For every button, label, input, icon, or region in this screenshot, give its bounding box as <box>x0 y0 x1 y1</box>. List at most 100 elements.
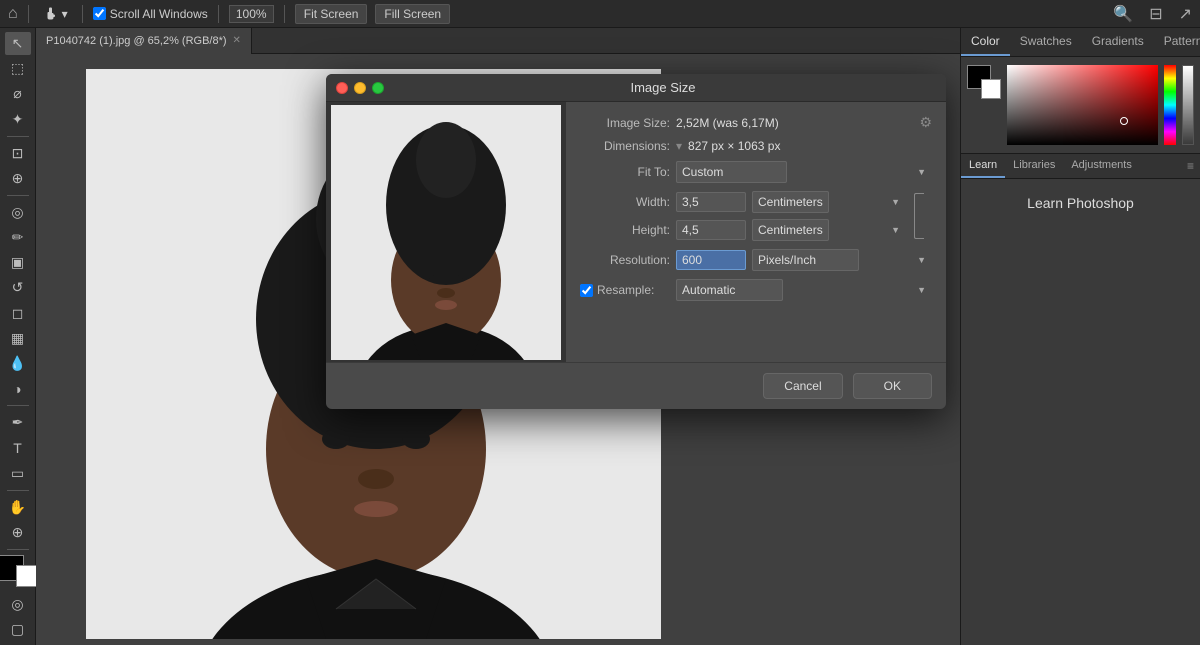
stamp-tool[interactable]: ▣ <box>5 251 31 274</box>
settings-gear-icon[interactable]: ⚙ <box>919 114 932 131</box>
quick-mask-tool[interactable]: ◎ <box>5 593 31 616</box>
width-input[interactable] <box>676 192 746 212</box>
dialog-maximize-button[interactable] <box>372 82 384 94</box>
color-cursor <box>1120 117 1128 125</box>
search-icon[interactable]: 🔍 <box>1113 4 1133 24</box>
dialog-titlebar: Image Size <box>326 74 946 102</box>
tab-color[interactable]: Color <box>961 28 1010 56</box>
height-row: Height: Centimeters Pixels Inches Millim… <box>580 219 906 241</box>
height-unit-select[interactable]: Centimeters Pixels Inches Millimeters <box>752 219 829 241</box>
dialog-title: Image Size <box>390 80 936 95</box>
resample-checkbox-label: Resample: <box>580 283 670 297</box>
separator3 <box>7 405 29 406</box>
cancel-button[interactable]: Cancel <box>763 373 842 399</box>
wh-inputs: Width: Centimeters Pixels Inches Millime… <box>580 191 906 241</box>
right-panel-container: Color Swatches Gradients Patterns ≡ <box>960 28 1200 645</box>
brush-tool[interactable]: ✏ <box>5 226 31 249</box>
wh-link-container: Width: Centimeters Pixels Inches Millime… <box>580 191 932 241</box>
scroll-all-label: Scroll All Windows <box>93 7 208 21</box>
tab-learn[interactable]: Learn <box>961 154 1005 178</box>
dialog-footer: Cancel OK <box>326 362 946 409</box>
resample-select[interactable]: Automatic Preserve Details Bicubic Smoot… <box>676 279 783 301</box>
bg-swatch[interactable] <box>981 79 1001 99</box>
selection-tool[interactable]: ⬚ <box>5 57 31 80</box>
tab-libraries[interactable]: Libraries <box>1005 154 1063 178</box>
text-tool[interactable]: T <box>5 436 31 459</box>
blur-tool[interactable]: 💧 <box>5 352 31 375</box>
fill-screen-button[interactable]: Fill Screen <box>375 4 450 24</box>
dialog-close-button[interactable] <box>336 82 348 94</box>
divider2 <box>82 5 83 23</box>
tab-patterns[interactable]: Patterns <box>1154 28 1200 56</box>
document-tab[interactable]: P1040742 (1).jpg @ 65,2% (RGB/8*) ✕ <box>36 28 252 54</box>
color-section: Color Swatches Gradients Patterns ≡ <box>960 28 1200 153</box>
separator2 <box>7 195 29 196</box>
width-unit-select[interactable]: Centimeters Pixels Inches Millimeters <box>752 191 829 213</box>
eraser-tool[interactable]: ◻ <box>5 302 31 325</box>
color-gradient-overlay <box>1007 65 1158 145</box>
tab-filename: P1040742 (1).jpg @ 65,2% (RGB/8*) <box>46 35 227 47</box>
resolution-input[interactable] <box>676 250 746 270</box>
history-brush-tool[interactable]: ↺ <box>5 276 31 299</box>
divider3 <box>218 5 219 23</box>
zoom-input[interactable] <box>229 5 274 23</box>
fg-bg-colors[interactable] <box>0 555 38 587</box>
color-gradient[interactable] <box>1007 65 1158 145</box>
lasso-tool[interactable]: ⌀ <box>5 82 31 105</box>
pen-tool[interactable]: ✒ <box>5 411 31 434</box>
learn-options-icon[interactable]: ≡ <box>1181 154 1200 178</box>
dialog-minimize-button[interactable] <box>354 82 366 94</box>
ok-button[interactable]: OK <box>853 373 932 399</box>
image-size-value: 2,52M (was 6,17M) <box>676 116 913 130</box>
dodge-tool[interactable]: ◑ <box>5 377 31 400</box>
eyedropper-tool[interactable]: ⊕ <box>5 167 31 190</box>
top-toolbar: ⌂ ▾ Scroll All Windows Fit Screen Fill S… <box>0 0 1200 28</box>
width-unit-wrapper: Centimeters Pixels Inches Millimeters <box>752 191 906 213</box>
divider4 <box>284 5 285 23</box>
link-bracket-icon[interactable] <box>914 193 924 239</box>
tab-adjustments[interactable]: Adjustments <box>1063 154 1140 178</box>
dialog-preview-pane <box>326 102 566 362</box>
height-label: Height: <box>580 223 670 237</box>
hand-tool[interactable]: ✋ <box>5 495 31 518</box>
height-input[interactable] <box>676 220 746 240</box>
gradient-tool[interactable]: ▦ <box>5 327 31 350</box>
tab-swatches[interactable]: Swatches <box>1010 28 1082 56</box>
resolution-row: Resolution: Pixels/Inch Pixels/Centimete… <box>580 249 932 271</box>
learn-title: Learn Photoshop <box>969 187 1192 219</box>
shape-tool[interactable]: ▭ <box>5 461 31 484</box>
magic-wand-tool[interactable]: ✦ <box>5 108 31 131</box>
hand-tool-button[interactable]: ▾ <box>39 4 72 24</box>
background-color[interactable] <box>16 565 38 587</box>
dimensions-value: 827 px × 1063 px <box>688 139 932 153</box>
color-panel-tabs: Color Swatches Gradients Patterns ≡ <box>961 28 1200 57</box>
tab-gradients[interactable]: Gradients <box>1082 28 1154 56</box>
dialog-controls: Image Size: 2,52M (was 6,17M) ⚙ Dimensio… <box>566 102 946 362</box>
alpha-spectrum[interactable] <box>1182 65 1194 145</box>
move-tool[interactable]: ↖ <box>5 32 31 55</box>
tab-bar: P1040742 (1).jpg @ 65,2% (RGB/8*) ✕ <box>36 28 960 54</box>
spot-heal-tool[interactable]: ◎ <box>5 201 31 224</box>
fit-to-select[interactable]: Custom Original Size Screen Resolution 7… <box>676 161 787 183</box>
dim-arrow-icon[interactable]: ▾ <box>676 139 682 153</box>
separator1 <box>7 136 29 137</box>
scroll-all-checkbox[interactable] <box>93 7 106 20</box>
share-icon[interactable]: ↗ <box>1179 4 1192 24</box>
learn-panel-content: Learn Photoshop <box>961 179 1200 227</box>
fit-screen-button[interactable]: Fit Screen <box>295 4 368 24</box>
canvas-content: Image Size <box>36 54 960 645</box>
crop-tool[interactable]: ⊡ <box>5 142 31 165</box>
resample-checkbox[interactable] <box>580 284 593 297</box>
home-icon[interactable]: ⌂ <box>8 5 18 23</box>
tab-close-button[interactable]: ✕ <box>233 35 241 46</box>
hue-spectrum[interactable] <box>1164 65 1176 145</box>
screen-mode-tool[interactable]: ▢ <box>5 618 31 641</box>
resolution-unit-select[interactable]: Pixels/Inch Pixels/Centimeter <box>752 249 859 271</box>
link-icon-container <box>910 191 932 241</box>
zoom-tool[interactable]: ⊕ <box>5 521 31 544</box>
fit-to-wrapper: Custom Original Size Screen Resolution 7… <box>676 161 932 183</box>
arrangement-icon[interactable]: ⊟ <box>1149 4 1162 24</box>
resolution-label: Resolution: <box>580 253 670 267</box>
width-label: Width: <box>580 195 670 209</box>
fit-to-row: Fit To: Custom Original Size Screen Reso… <box>580 161 932 183</box>
